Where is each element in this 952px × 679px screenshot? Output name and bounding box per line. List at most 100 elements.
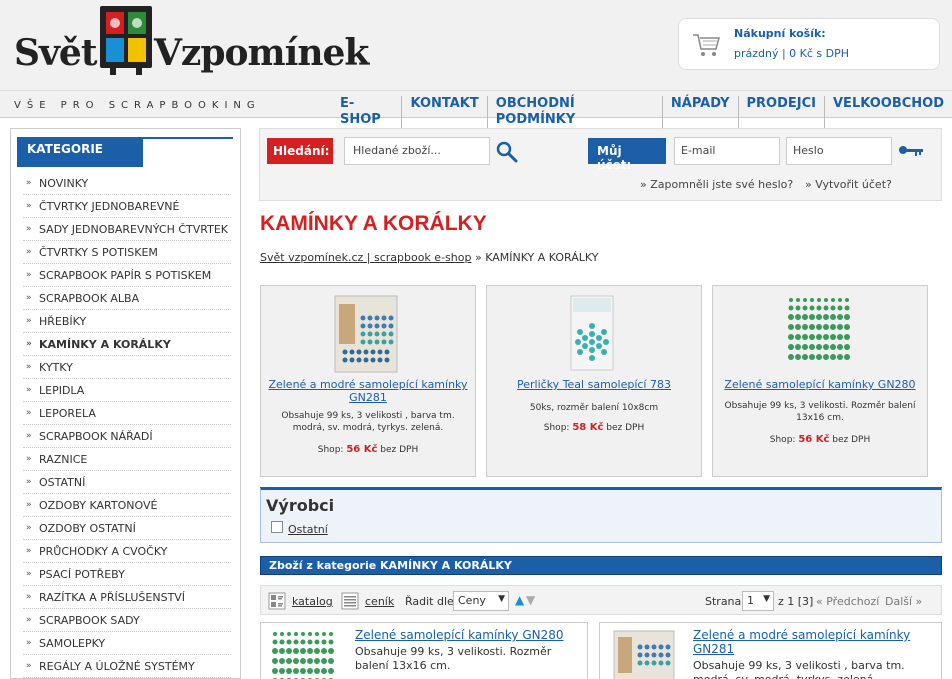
sidebar-category-item[interactable]: » SCRAPBOOK NÁŘADÍ	[23, 425, 231, 448]
sidebar-category-item[interactable]: » REGÁLY A ÚLOŽNÉ SYSTÉMY	[23, 655, 231, 678]
price-list-view-link[interactable]: ceník	[365, 595, 394, 608]
sidebar-category-item[interactable]: » LEPORELA	[23, 402, 231, 425]
logo-text-left: Svět	[14, 32, 97, 74]
chevron-double-right-icon: »	[26, 201, 32, 211]
sidebar-category-label: KYTKY	[39, 361, 73, 374]
product-title-link[interactable]: Zelené a modré samolepící kamínky GN281	[693, 628, 933, 656]
breadcrumb-home-link[interactable]: Svět vzpomínek.cz | scrapbook e-shop	[260, 251, 471, 264]
chevron-double-right-icon: »	[805, 178, 816, 191]
manufacturer-option-label[interactable]: Ostatní	[288, 523, 328, 536]
sidebar-category-item[interactable]: » SADY JEDNOBAREVNÝCH ČTVRTEK	[23, 218, 231, 241]
featured-product-card[interactable]: Zelené samolepící kamínky GN280 Obsahuje…	[712, 285, 928, 477]
next-page-link[interactable]: Další »	[885, 595, 922, 608]
sidebar-category-item[interactable]: » ČTVRTKY S POTISKEM	[23, 241, 231, 264]
sidebar-category-item[interactable]: » RAZNICE	[23, 448, 231, 471]
shopping-cart-box[interactable]: Nákupní košík: prázdný | 0 Kč s DPH	[678, 18, 940, 70]
nav-menu: E-SHOP KONTAKT OBCHODNÍ PODMÍNKY NÁPADY …	[332, 96, 952, 128]
product-image[interactable]	[331, 294, 401, 374]
chevron-double-right-icon: »	[26, 454, 32, 464]
password-field[interactable]: Heslo	[786, 137, 892, 165]
create-account-link[interactable]: » Vytvořit účet?	[805, 178, 892, 191]
product-image[interactable]	[557, 294, 627, 374]
nav-item-contact[interactable]: KONTAKT	[401, 96, 486, 128]
product-image[interactable]	[783, 294, 853, 374]
site-logo[interactable]: Svět Vzpomínek	[14, 4, 369, 84]
chevron-double-right-icon: »	[26, 339, 32, 349]
sidebar-category-item[interactable]: » HŘEBÍKY	[23, 310, 231, 333]
sort-select[interactable]: Ceny ▼	[453, 591, 509, 611]
product-list-item[interactable]: Zelené samolepící kamínky GN280 Obsahuje…	[260, 622, 588, 679]
sidebar-category-item[interactable]: » NOVINKY	[23, 172, 231, 195]
product-image[interactable]	[269, 629, 341, 679]
product-title-link[interactable]: Zelené samolepící kamínky GN280	[719, 378, 921, 391]
chevron-double-right-icon: »	[26, 408, 32, 418]
product-price: Shop: 58 Kč bez DPH	[543, 422, 645, 433]
sidebar-category-item[interactable]: » SCRAPBOOK SADY	[23, 609, 231, 632]
sidebar-category-label: OSTATNÍ	[39, 476, 86, 489]
sidebar-category-item[interactable]: » SCRAPBOOK PAPÍR S POTISKEM	[23, 264, 231, 287]
category-list: » NOVINKY » ČTVRTKY JEDNOBAREVNÉ » SADY JEDNO…	[23, 172, 231, 678]
product-title-link[interactable]: Zelené a modré samolepící kamínky GN281	[267, 378, 469, 404]
sidebar-category-label: NOVINKY	[39, 177, 89, 190]
search-input[interactable]: Hledané zboží...	[344, 137, 490, 165]
sidebar-category-item[interactable]: » ČTVRTKY JEDNOBAREVNÉ	[23, 195, 231, 218]
featured-product-card[interactable]: Perličky Teal samolepící 783 50ks, rozmě…	[486, 285, 702, 477]
chevron-double-right-icon: »	[26, 592, 32, 602]
sidebar-category-item[interactable]: » KAMÍNKY A KORÁLKY	[23, 333, 231, 356]
breadcrumb-current: KAMÍNKY A KORÁLKY	[485, 251, 599, 264]
sidebar-category-item[interactable]: » LEPIDLA	[23, 379, 231, 402]
sidebar-title: KATEGORIE	[17, 137, 143, 167]
chevron-double-right-icon: »	[26, 385, 32, 395]
product-list-item[interactable]: Zelené a modré samolepící kamínky GN281 …	[599, 622, 942, 679]
category-products-heading: Zboží z kategorie KAMÍNKY A KORÁLKY	[269, 559, 512, 572]
cart-status[interactable]: prázdný | 0 Kč s DPH	[734, 47, 849, 60]
sidebar-category-label: LEPORELA	[39, 407, 96, 420]
nav-item-wholesale[interactable]: VELKOOBCHOD	[824, 96, 952, 128]
sidebar-category-item[interactable]: » KYTKY	[23, 356, 231, 379]
sidebar-category-item[interactable]: » OSTATNÍ	[23, 471, 231, 494]
page-total: z 1 [3]	[778, 595, 814, 608]
product-description: Obsahuje 99 ks, 3 velikosti. Rozměr bale…	[355, 645, 552, 672]
product-description: 50ks, rozměr balení 10x8cm	[529, 403, 659, 413]
featured-product-card[interactable]: Zelené a modré samolepící kamínky GN281 …	[260, 285, 476, 477]
sort-ascending-icon[interactable]: ▲	[515, 593, 524, 607]
sidebar-category-item[interactable]: » PSACÍ POTŘEBY	[23, 563, 231, 586]
sidebar-category-label: LEPIDLA	[39, 384, 85, 397]
sort-label: Řadit dle	[405, 595, 454, 608]
sidebar-category-label: OZDOBY KARTONOVÉ	[39, 499, 158, 512]
sidebar-category-item[interactable]: » PRŮCHODKY A CVOČKY	[23, 540, 231, 563]
cart-title: Nákupní košík:	[734, 27, 826, 40]
catalog-view-link[interactable]: katalog	[292, 595, 333, 608]
forgot-password-link[interactable]: » Zapomněli jste své heslo?	[640, 178, 793, 191]
product-title-link[interactable]: Zelené samolepící kamínky GN280	[355, 628, 564, 642]
chevron-double-right-icon: »	[640, 178, 651, 191]
nav-item-eshop[interactable]: E-SHOP	[332, 96, 401, 128]
page-select[interactable]: 1 ▼	[742, 591, 774, 611]
catalog-view-icon[interactable]	[268, 592, 286, 610]
manufacturer-checkbox[interactable]	[271, 521, 283, 533]
nav-item-ideas[interactable]: NÁPADY	[661, 96, 738, 128]
price-list-view-icon[interactable]	[341, 592, 359, 610]
nav-item-terms[interactable]: OBCHODNÍ PODMÍNKY	[486, 96, 662, 128]
sidebar-category-item[interactable]: » SCRAPBOOK ALBA	[23, 287, 231, 310]
chevron-double-right-icon: »	[26, 224, 32, 234]
email-field[interactable]: E-mail	[674, 137, 780, 165]
search-account-panel: Hledání: Hledané zboží... Můj účet: E-ma…	[259, 128, 942, 201]
page-title: KAMÍNKY A KORÁLKY	[260, 212, 487, 235]
sidebar-category-label: SCRAPBOOK NÁŘADÍ	[39, 430, 153, 443]
sidebar-category-item[interactable]: » OZDOBY KARTONOVÉ	[23, 494, 231, 517]
sidebar-category-item[interactable]: » RAZÍTKA A PŘÍSLUŠENSTVÍ	[23, 586, 231, 609]
product-image[interactable]	[608, 629, 680, 679]
key-icon[interactable]	[898, 143, 924, 157]
search-icon[interactable]	[496, 141, 518, 163]
previous-page-link[interactable]: « Předchozí	[816, 595, 879, 608]
sidebar-category-item[interactable]: » SAMOLEPKY	[23, 632, 231, 655]
sort-descending-icon[interactable]: ▼	[526, 593, 535, 607]
page-label: Strana	[705, 595, 742, 608]
breadcrumb: Svět vzpomínek.cz | scrapbook e-shop » K…	[260, 251, 598, 264]
product-title-link[interactable]: Perličky Teal samolepící 783	[493, 378, 695, 391]
sidebar-category-item[interactable]: » OZDOBY OSTATNÍ	[23, 517, 231, 540]
sidebar-category-label: HŘEBÍKY	[39, 315, 87, 328]
chevron-double-right-icon: »	[26, 477, 32, 487]
nav-item-sellers[interactable]: PRODEJCI	[737, 96, 824, 128]
